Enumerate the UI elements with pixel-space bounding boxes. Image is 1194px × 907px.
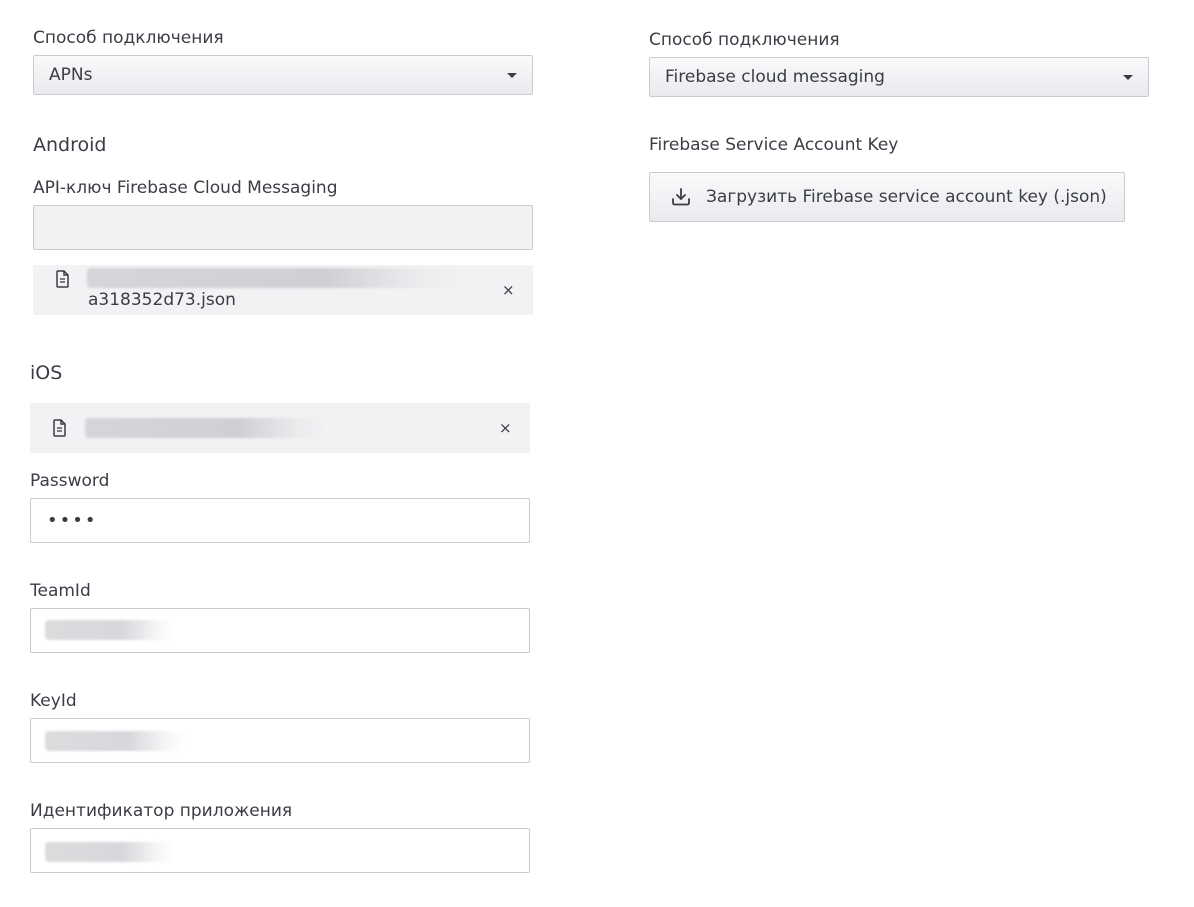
- file-icon: [52, 419, 68, 441]
- app-id-input[interactable]: [30, 828, 530, 873]
- teamid-label: TeamId: [30, 581, 91, 601]
- connection-method-select-right[interactable]: Firebase cloud messaging: [649, 57, 1149, 97]
- redacted-teamid: [45, 620, 175, 640]
- remove-ios-file-button[interactable]: ×: [499, 420, 512, 436]
- app-id-label: Идентификатор приложения: [30, 801, 293, 821]
- file-icon: [55, 270, 71, 292]
- connection-method-label: Способ подключения: [33, 28, 224, 48]
- chevron-down-icon: [507, 73, 517, 78]
- download-icon: [672, 188, 690, 206]
- connection-method-value: APNs: [49, 65, 93, 85]
- remove-android-file-button[interactable]: ×: [502, 282, 515, 298]
- upload-service-account-key-button[interactable]: Загрузить Firebase service account key (…: [649, 172, 1125, 222]
- fcm-api-key-input[interactable]: [33, 205, 533, 250]
- service-account-key-label: Firebase Service Account Key: [649, 135, 899, 155]
- redacted-keyid: [45, 731, 185, 751]
- android-file-name: a318352d73.json: [88, 290, 236, 310]
- android-file-item: a318352d73.json ×: [33, 265, 533, 315]
- password-label: Password: [30, 471, 110, 491]
- ios-file-item: ×: [30, 403, 530, 453]
- password-value: ••••: [47, 510, 98, 531]
- redacted-app-id: [45, 842, 175, 862]
- redacted-filename-prefix: [87, 268, 457, 288]
- teamid-input[interactable]: [30, 608, 530, 653]
- redacted-filename: [85, 418, 325, 438]
- chevron-down-icon: [1123, 75, 1133, 80]
- password-input[interactable]: ••••: [30, 498, 530, 543]
- connection-method-label-right: Способ подключения: [649, 30, 840, 50]
- android-heading: Android: [33, 134, 107, 156]
- connection-method-select[interactable]: APNs: [33, 55, 533, 95]
- keyid-label: KeyId: [30, 691, 77, 711]
- ios-heading: iOS: [30, 362, 63, 384]
- connection-method-value-right: Firebase cloud messaging: [665, 67, 885, 87]
- keyid-input[interactable]: [30, 718, 530, 763]
- fcm-api-key-label: API-ключ Firebase Cloud Messaging: [33, 178, 338, 198]
- upload-button-label: Загрузить Firebase service account key (…: [706, 187, 1107, 207]
